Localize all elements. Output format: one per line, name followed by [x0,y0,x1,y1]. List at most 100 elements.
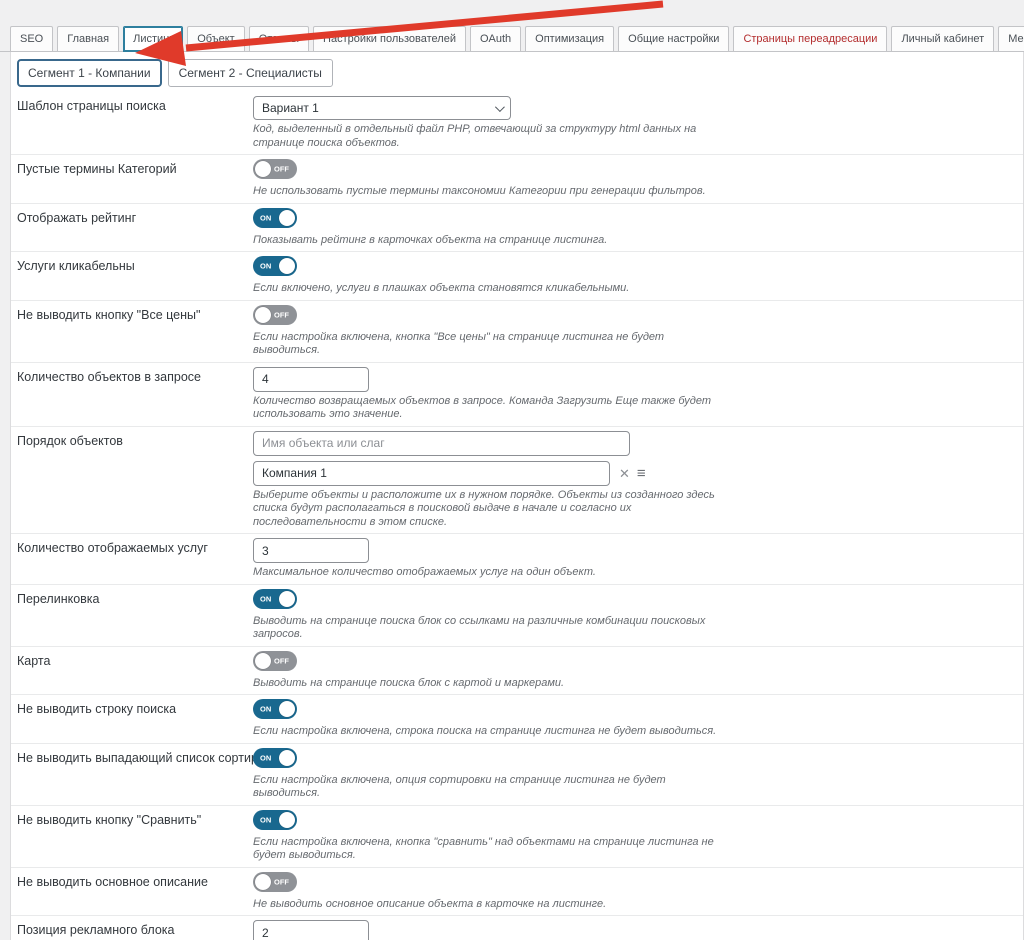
settings-row: Отображать рейтинг ON Показывать рейтинг в… [11,204,1023,253]
hide-all-prices-button-toggle[interactable]: OFF [253,305,297,325]
toggle-knob [255,653,271,669]
toggle-state-label: ON [260,213,271,222]
objects-order-item-input[interactable] [253,461,610,486]
setting-label: Количество отображаемых услуг [17,538,253,580]
setting-control: Количество возвращаемых объектов в запро… [253,367,1015,422]
services-clickable-toggle[interactable]: ON [253,256,297,276]
setting-label: Не выводить строку поиска [17,699,253,739]
setting-label: Отображать рейтинг [17,208,253,248]
objects-per-request-input[interactable] [253,367,369,392]
ad-block-position-input[interactable] [253,920,369,940]
settings-panel: Сегмент 1 - КомпанииСегмент 2 - Специали… [10,52,1024,940]
toggle-knob [279,701,295,717]
search-page-template-select[interactable]: Вариант 1 [253,96,511,120]
toggle-knob [279,591,295,607]
toggle-knob [279,258,295,274]
setting-description: Выводить на странице поиска блок со ссыл… [253,615,725,642]
toggle-state-label: OFF [274,310,289,319]
setting-label: Услуги кликабельны [17,256,253,296]
hide-main-description-toggle[interactable]: OFF [253,872,297,892]
settings-row: Количество отображаемых услугМаксимально… [11,534,1023,585]
setting-label: Пустые термины Категорий [17,159,253,199]
setting-description: Выберите объекты и расположите их в нужн… [253,489,725,530]
tab-reviews[interactable]: Отзывы [249,26,309,52]
show-rating-toggle[interactable]: ON [253,208,297,228]
tab-oauth[interactable]: OAuth [470,26,521,52]
segment-button-segment-1-companies[interactable]: Сегмент 1 - Компании [17,59,162,87]
setting-description: Показывать рейтинг в карточках объекта н… [253,234,725,248]
drag-handle-icon[interactable]: ≡ [637,466,646,481]
settings-row: Не выводить кнопку "Все цены"OFFЕсли нас… [11,301,1023,363]
displayed-services-count-input[interactable] [253,538,369,563]
tab-general-settings[interactable]: Общие настройки [618,26,729,52]
setting-description: Максимальное количество отображаемых усл… [253,566,725,580]
hide-compare-button-toggle[interactable]: ON [253,810,297,830]
settings-row: Шаблон страницы поиска Вариант 1 Код, выде… [11,92,1023,155]
setting-control: ON Показывать рейтинг в карточках объекта… [253,208,1015,248]
settings-row: Позиция рекламного блокаПосле скольких о… [11,916,1023,940]
select-value: Вариант 1 [262,101,319,115]
setting-description: Выводить на странице поиска блок с карто… [253,677,725,691]
setting-control: После скольких объектов показывать рекла… [253,920,1015,940]
settings-row: Не выводить кнопку "Сравнить"ONЕсли наст… [11,806,1023,868]
settings-row: Количество объектов в запросеКоличество … [11,363,1023,427]
hide-search-bar-toggle[interactable]: ON [253,699,297,719]
tab-home[interactable]: Главная [57,26,119,52]
setting-label: Не выводить кнопку "Все цены" [17,305,253,358]
tab-redirect-pages[interactable]: Страницы переадресации [733,26,887,52]
setting-label: Не выводить выпадающий список сортировки [17,748,253,801]
toggle-state-label: ON [260,753,271,762]
setting-description: Если настройка включена, опция сортировк… [253,774,725,801]
toggle-state-label: OFF [274,165,289,174]
setting-description: Код, выделенный в отдельный файл PHP, от… [253,123,725,150]
setting-description: Не использовать пустые термины таксономи… [253,185,725,199]
toggle-knob [255,161,271,177]
setting-label: Количество объектов в запросе [17,367,253,422]
setting-control: Вариант 1 Код, выделенный в отдельный фай… [253,96,1015,150]
tab-object[interactable]: Объект [187,26,244,52]
setting-label: Шаблон страницы поиска [17,96,253,150]
setting-label: Порядок объектов [17,431,253,530]
setting-description: Если настройка включена, кнопка "сравнит… [253,836,725,863]
empty-category-terms-toggle[interactable]: OFF [253,159,297,179]
map-toggle[interactable]: OFF [253,651,297,671]
toggle-state-label: OFF [274,656,289,665]
interlinking-toggle[interactable]: ON [253,589,297,609]
setting-control: ON Если настройка включена, опция сортиро… [253,748,1015,801]
settings-rows: Шаблон страницы поиска Вариант 1 Код, выде… [11,92,1023,940]
toggle-state-label: OFF [274,877,289,886]
setting-control: ON Если включено, услуги в плашках объект… [253,256,1015,296]
tab-seo[interactable]: SEO [10,26,53,52]
toggle-state-label: ON [260,705,271,714]
objects-order-search-input[interactable] [253,431,630,456]
tab-personal-account[interactable]: Личный кабинет [891,26,994,52]
toggle-knob [279,750,295,766]
setting-control: ✕ ≡ Выберите объекты и расположите их в ну… [253,431,1015,530]
settings-row: Порядок объектов ✕ ≡ Выберите объекты и рас… [11,427,1023,535]
tab-menu[interactable]: Меню [998,26,1024,52]
tab-listing[interactable]: Листинг [123,26,183,52]
setting-label: Перелинковка [17,589,253,642]
setting-control: ON Если настройка включена, кнопка "сравн… [253,810,1015,863]
setting-label: Не выводить основное описание [17,872,253,912]
hide-sort-dropdown-toggle[interactable]: ON [253,748,297,768]
setting-control: Максимальное количество отображаемых усл… [253,538,1015,580]
setting-description: Если настройка включена, строка поиска н… [253,725,725,739]
settings-row: ПерелинковкаON Выводить на странице поиск… [11,585,1023,647]
setting-control: OFF Не использовать пустые термины таксон… [253,159,1015,199]
toggle-knob [255,874,271,890]
remove-icon[interactable]: ✕ [619,467,630,480]
tab-optimization[interactable]: Оптимизация [525,26,614,52]
tab-user-settings[interactable]: Настройки пользователей [313,26,466,52]
chevron-down-icon [495,102,505,112]
segment-button-segment-2-specialists[interactable]: Сегмент 2 - Специалисты [168,59,333,87]
tab-bar: SEOГлавнаяЛистингОбъектОтзывыНастройки п… [0,0,1024,52]
settings-row: Не выводить основное описание OFF Не вывод… [11,868,1023,917]
setting-description: Если включено, услуги в плашках объекта … [253,282,725,296]
setting-description: Не выводить основное описание объекта в … [253,898,725,912]
toggle-knob [255,307,271,323]
setting-label: Позиция рекламного блока [17,920,253,940]
settings-row: Услуги кликабельныON Если включено, услуг… [11,252,1023,301]
setting-label: Карта [17,651,253,691]
setting-control: OFF Не выводить основное описание объекта… [253,872,1015,912]
